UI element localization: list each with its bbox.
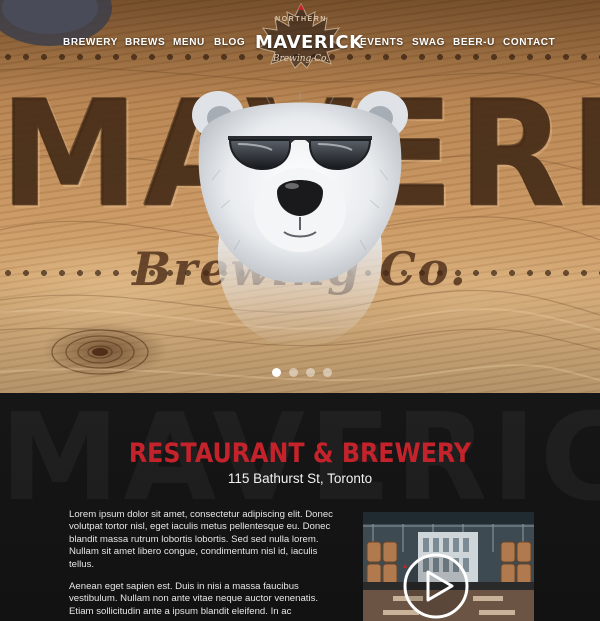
restaurant-section: MAVERICK RESTAURANT & BREWERY 115 Bathur… bbox=[0, 393, 600, 621]
nav-blog[interactable]: BLOG bbox=[214, 37, 245, 48]
body-paragraph-1: Lorem ipsum dolor sit amet, consectetur … bbox=[69, 509, 333, 570]
logo-maverick-text: MAVERICK bbox=[255, 32, 364, 53]
nav-menu[interactable]: MENU bbox=[173, 37, 205, 48]
slider-dots bbox=[272, 368, 332, 377]
nav-brewery[interactable]: BREWERY bbox=[63, 37, 118, 48]
logo-northern-text: NORTHERN bbox=[275, 16, 327, 23]
slider-dot-4[interactable] bbox=[323, 368, 332, 377]
play-icon[interactable] bbox=[402, 552, 470, 620]
hero-banner: MAVERICK Brewing Co. bbox=[0, 0, 600, 393]
slider-dot-3[interactable] bbox=[306, 368, 315, 377]
nav-events[interactable]: EVENTS bbox=[360, 37, 404, 48]
logo-brewing-text: Brewing Co. bbox=[272, 54, 330, 64]
nav-contact[interactable]: CONTACT bbox=[503, 37, 555, 48]
nav-brews[interactable]: BREWS bbox=[125, 37, 165, 48]
main-navigation: BREWERY BREWS MENU BLOG NORTHERN MAVERIC… bbox=[0, 0, 600, 80]
slider-dot-1[interactable] bbox=[272, 368, 281, 377]
slider-dot-2[interactable] bbox=[289, 368, 298, 377]
section-title: RESTAURANT & BREWERY bbox=[128, 438, 472, 469]
brand-logo[interactable]: NORTHERN MAVERICK Brewing Co. bbox=[255, 2, 364, 76]
section-address: 115 Bathurst St, Toronto bbox=[227, 471, 373, 486]
nav-beer-u[interactable]: BEER-U bbox=[453, 37, 495, 48]
body-paragraph-2: Aenean eget sapien est. Duis in nisi a m… bbox=[69, 581, 319, 617]
nav-swag[interactable]: SWAG bbox=[412, 37, 445, 48]
polar-bear-sunglasses-image bbox=[192, 91, 408, 350]
